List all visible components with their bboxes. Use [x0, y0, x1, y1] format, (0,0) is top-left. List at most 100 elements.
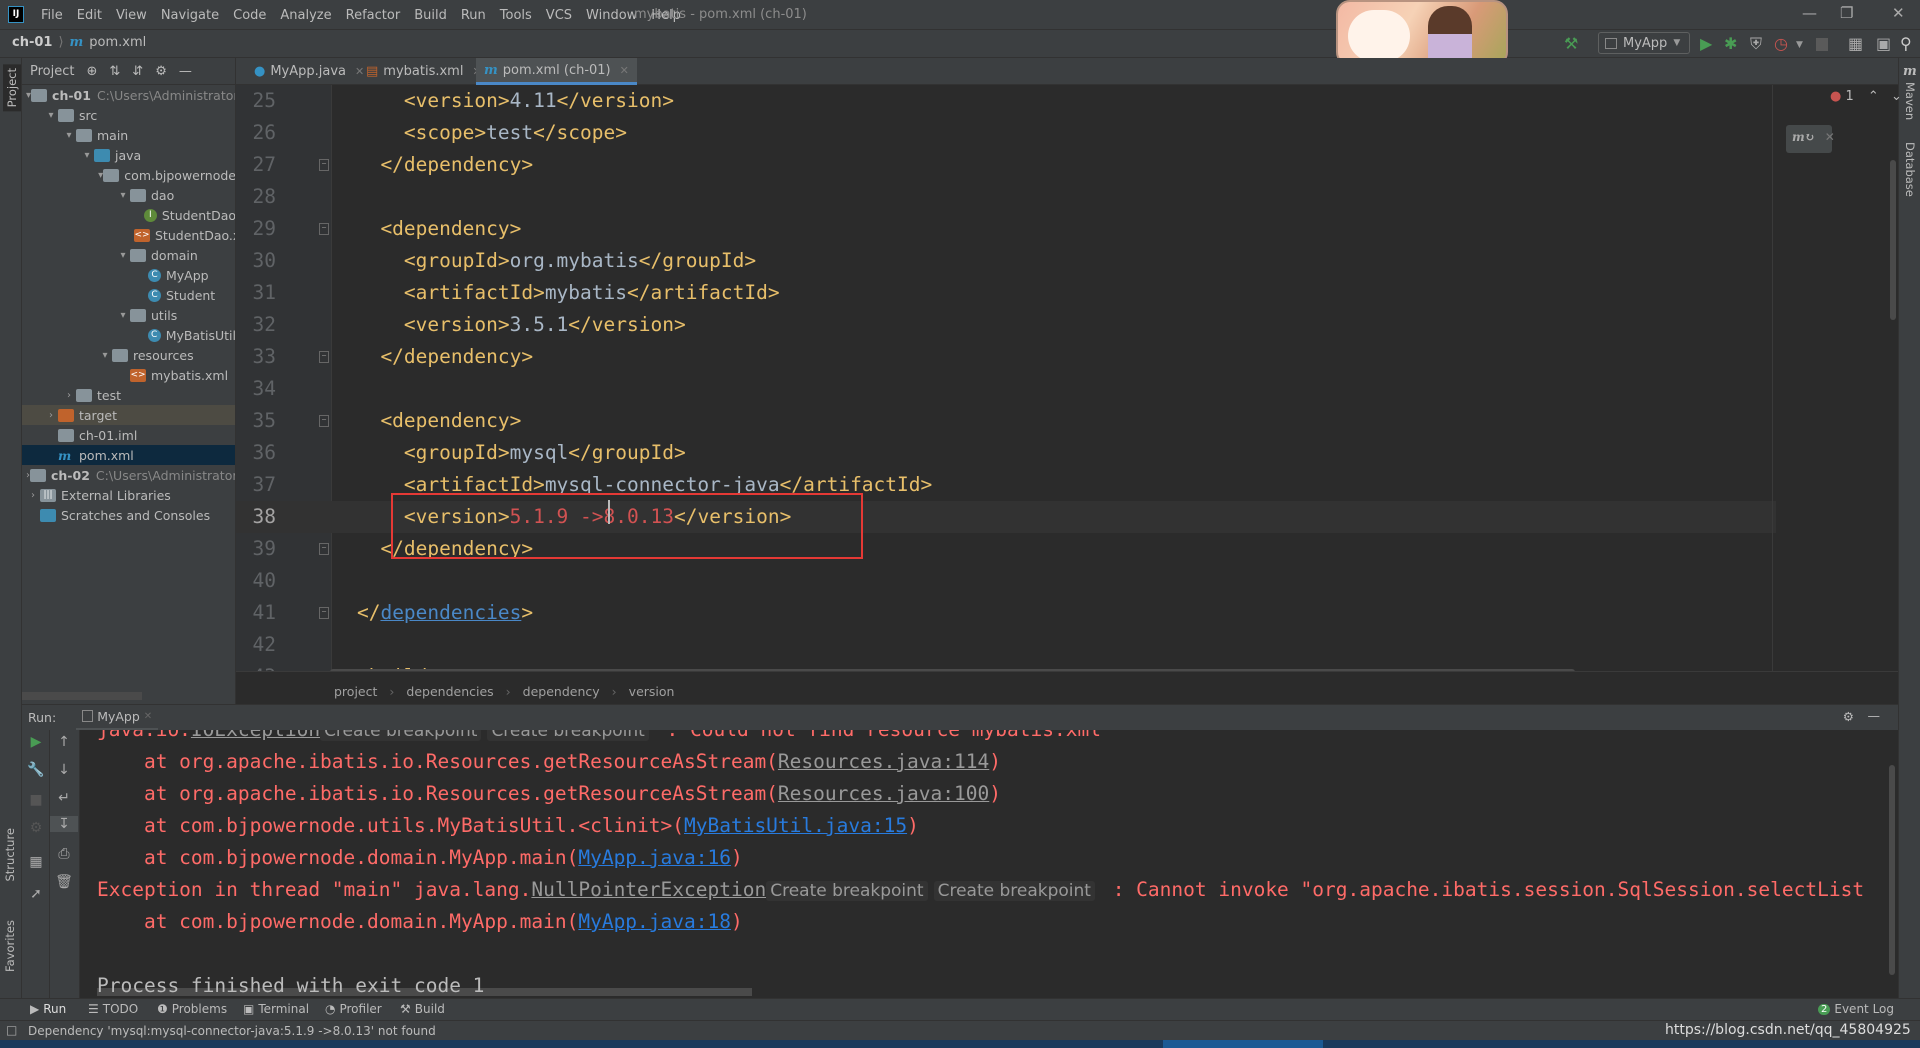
error-indicator[interactable]: ● 1 ⌃ ⌄: [1830, 89, 1902, 104]
menu-refactor[interactable]: Refactor: [339, 8, 408, 23]
menu-edit[interactable]: Edit: [70, 8, 109, 23]
project-view-select[interactable]: Project: [30, 64, 74, 79]
chevron-down-icon[interactable]: ▾: [116, 310, 130, 321]
tree-item[interactable]: ▾ java: [22, 145, 235, 165]
close-icon[interactable]: ✕: [1892, 4, 1905, 22]
taskbar-active-item[interactable]: [1163, 1040, 1323, 1048]
editor-scrollbar[interactable]: [1890, 160, 1896, 320]
tree-item[interactable]: ▾ resources: [22, 345, 235, 365]
search-icon[interactable]: ⚲: [1900, 34, 1912, 53]
menu-vcs[interactable]: VCS: [539, 8, 579, 23]
tree-item[interactable]: Scratches and Consoles: [22, 505, 235, 525]
menu-analyze[interactable]: Analyze: [273, 8, 338, 23]
menu-build[interactable]: Build: [407, 8, 454, 23]
run-config-select[interactable]: MyApp ▼: [1598, 32, 1690, 54]
bottom-tab-profiler[interactable]: ◔ Profiler: [325, 1002, 382, 1016]
chevron-right-icon[interactable]: ›: [44, 410, 58, 421]
restore-icon[interactable]: ❐: [1840, 4, 1853, 22]
down-arrow-icon[interactable]: ↓: [50, 762, 78, 778]
bottom-tab-terminal[interactable]: ▣ Terminal: [243, 1002, 309, 1016]
minimize-icon[interactable]: —: [1802, 4, 1817, 22]
close-icon[interactable]: ✕: [620, 64, 629, 77]
code-editor[interactable]: 25 <version>4.11</version> 26 <scope>test…: [236, 85, 1898, 671]
tree-item[interactable]: ▾ com.bjpowernode: [22, 165, 235, 185]
run-console[interactable]: ▶ 🔧 ■ ⚙ ▦ ➚ ↑ ↓ ↵ ↧ ⎙ 🗑 java.io.IOExcept…: [22, 730, 1898, 998]
tree-item[interactable]: ▾ dao: [22, 185, 235, 205]
menu-file[interactable]: File: [34, 8, 70, 23]
stack-trace-link[interactable]: MyBatisUtil.java:15: [684, 814, 907, 837]
debug-bug-icon[interactable]: ✱: [1724, 34, 1737, 53]
structure-tool-button[interactable]: Structure: [3, 828, 17, 882]
hide-icon[interactable]: —: [179, 64, 192, 79]
chevron-down-icon[interactable]: ▾: [62, 130, 76, 141]
chevron-down-icon[interactable]: ▾: [98, 350, 112, 361]
tree-item[interactable]: ch-01.iml: [22, 425, 235, 445]
database-tool-button[interactable]: Database: [1903, 142, 1917, 197]
gear-icon[interactable]: ⚙: [22, 820, 50, 836]
tree-item[interactable]: ▾ src: [22, 105, 235, 125]
print-icon[interactable]: ⎙: [50, 846, 78, 862]
event-log-button[interactable]: 2 Event Log: [1818, 1002, 1894, 1016]
scroll-to-end-icon[interactable]: ↧: [50, 816, 78, 832]
tree-item[interactable]: ▾ domain: [22, 245, 235, 265]
soft-wrap-icon[interactable]: ↵: [50, 790, 78, 806]
create-breakpoint-hint[interactable]: Create breakpoint: [933, 881, 1095, 901]
profiler-icon[interactable]: ◷: [1774, 34, 1788, 53]
bottom-tab-run[interactable]: ▶ Run: [30, 1002, 66, 1016]
chevron-right-icon[interactable]: ›: [26, 490, 40, 501]
breadcrumb-dependency[interactable]: dependency: [523, 684, 600, 699]
run-tab-myapp[interactable]: MyApp ✕: [76, 705, 159, 731]
collapse-all-icon[interactable]: ⇵: [132, 64, 143, 79]
stack-trace-link[interactable]: MyApp.java:16: [578, 846, 731, 869]
hide-icon[interactable]: —: [1868, 708, 1881, 723]
up-arrow-icon[interactable]: ↑: [50, 734, 78, 750]
tab-myapp-java[interactable]: ● MyApp.java ✕: [246, 58, 372, 85]
coverage-icon[interactable]: ⛨: [1750, 34, 1762, 54]
menu-view[interactable]: View: [109, 8, 154, 23]
create-breakpoint-hint[interactable]: Create breakpoint: [320, 730, 482, 741]
stack-trace-link[interactable]: IOException: [191, 730, 320, 741]
stop-icon[interactable]: ■: [22, 792, 50, 808]
tab-pom-xml[interactable]: m pom.xml (ch-01) ✕: [476, 58, 637, 85]
next-error-icon[interactable]: ⌄: [1891, 89, 1902, 104]
gear-icon[interactable]: ⚙: [155, 64, 167, 79]
create-breakpoint-hint[interactable]: Create breakpoint: [487, 730, 649, 741]
maven-reload-icon[interactable]: m↻: [1792, 130, 1815, 148]
tree-item[interactable]: <> StudentDao.xml: [22, 225, 235, 245]
status-toggle-icon[interactable]: □: [6, 1023, 17, 1037]
nav-project[interactable]: ch-01: [12, 35, 52, 50]
stack-trace-link[interactable]: MyApp.java:18: [578, 910, 731, 933]
stack-trace-link[interactable]: Resources.java:100: [778, 782, 989, 805]
locate-icon[interactable]: ⊕: [86, 64, 97, 79]
tree-item[interactable]: ▾ ch-01 C:\Users\Administrator: [22, 85, 235, 105]
expand-all-icon[interactable]: ⇅: [109, 64, 120, 79]
tree-item[interactable]: <> mybatis.xml: [22, 365, 235, 385]
tree-item[interactable]: C MyBatisUtil: [22, 325, 235, 345]
bottom-tab-problems[interactable]: ❶ Problems: [157, 1002, 227, 1016]
tab-mybatis-xml[interactable]: ▤mybatis.xml✕: [358, 58, 490, 85]
gear-icon[interactable]: ⚙: [1843, 709, 1854, 724]
tree-item[interactable]: C MyApp: [22, 265, 235, 285]
stack-trace-link[interactable]: Resources.java:114: [778, 750, 989, 773]
dropdown-arrow-icon[interactable]: ▼: [1796, 40, 1803, 50]
chevron-right-icon[interactable]: ›: [62, 390, 76, 401]
favorites-tool-button[interactable]: Favorites: [3, 920, 17, 972]
build-hammer-icon[interactable]: ⚒: [1564, 34, 1578, 53]
wrench-icon[interactable]: 🔧: [22, 762, 50, 778]
menu-code[interactable]: Code: [226, 8, 273, 23]
tree-item[interactable]: › test: [22, 385, 235, 405]
trash-icon[interactable]: 🗑: [50, 874, 78, 890]
menu-tools[interactable]: Tools: [493, 8, 539, 23]
bottom-tab-build[interactable]: ⚒ Build: [400, 1002, 445, 1016]
chevron-down-icon[interactable]: ▾: [116, 250, 130, 261]
chevron-down-icon[interactable]: ▾: [116, 190, 130, 201]
chevron-down-icon[interactable]: ▾: [80, 150, 94, 161]
breadcrumb-version[interactable]: version: [629, 684, 675, 699]
tree-item[interactable]: C Student: [22, 285, 235, 305]
tree-item[interactable]: m pom.xml: [22, 445, 235, 465]
project-tool-button[interactable]: Project: [3, 64, 21, 112]
layout-icon[interactable]: ▦: [22, 854, 50, 870]
tree-item[interactable]: ▾ utils: [22, 305, 235, 325]
pin-icon[interactable]: ➚: [22, 886, 50, 902]
breadcrumb-dependencies[interactable]: dependencies: [406, 684, 493, 699]
